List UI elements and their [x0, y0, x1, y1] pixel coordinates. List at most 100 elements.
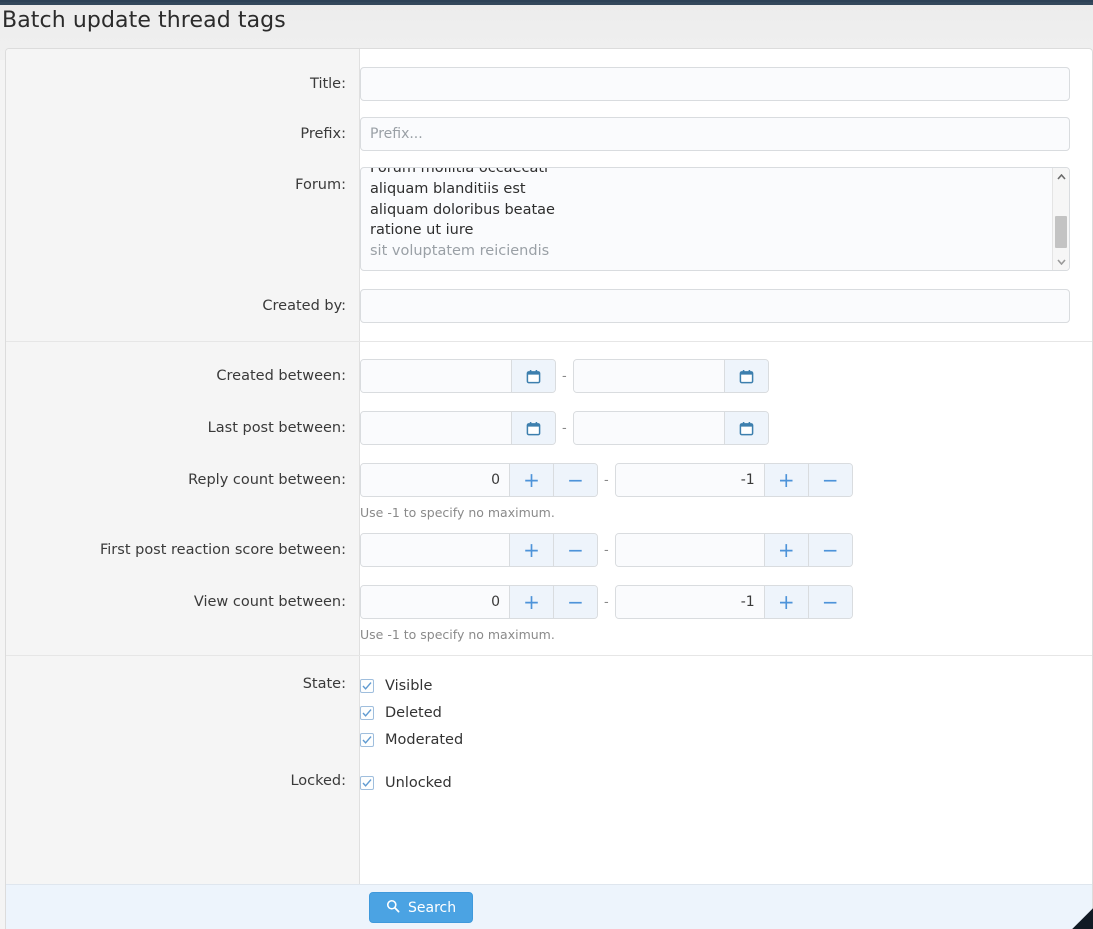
- row-locked: Locked: Unlocked: [6, 769, 1092, 806]
- calendar-icon[interactable]: [723, 412, 768, 444]
- control-view-count-between: + − - + − Use -1 to specify no maximum.: [360, 585, 1092, 642]
- list-item[interactable]: aliquam blanditiis est: [370, 179, 1052, 200]
- checkbox-locked-unlocked[interactable]: Unlocked: [360, 769, 1070, 796]
- label-prefix: Prefix:: [300, 126, 346, 142]
- list-item[interactable]: Forum mollitia occaecati: [370, 168, 1052, 179]
- view-count-max-increment-button[interactable]: +: [763, 586, 808, 618]
- top-accent-bar: [0, 0, 1093, 5]
- form-body: Title: Prefix: Forum: Forum molliti: [6, 49, 1092, 884]
- created-to-group: [572, 359, 769, 393]
- view-count-hint: Use -1 to specify no maximum.: [360, 627, 555, 642]
- date-range-group: -: [360, 359, 1070, 393]
- last-post-to-input[interactable]: [573, 412, 724, 444]
- range-separator: -: [604, 542, 609, 558]
- control-forum: Forum mollitia occaecati aliquam blandit…: [360, 167, 1092, 271]
- reply-count-max-increment-button[interactable]: +: [763, 464, 808, 496]
- reply-count-min-increment-button[interactable]: +: [509, 464, 553, 496]
- range-separator: -: [562, 420, 567, 436]
- label-last-post-between: Last post between:: [207, 420, 346, 436]
- number-range-group: + − - + −: [360, 533, 1070, 567]
- label-forum: Forum:: [295, 177, 346, 193]
- prefix-input[interactable]: [360, 117, 1070, 151]
- checkbox-checked-icon: [360, 775, 374, 790]
- reaction-score-max-input[interactable]: [615, 534, 764, 566]
- control-locked: Unlocked: [360, 769, 1092, 796]
- range-separator: -: [604, 472, 609, 488]
- label-reply-count-between: Reply count between:: [188, 472, 346, 488]
- row-reply-count-between: Reply count between: + − - + −: [6, 463, 1092, 533]
- control-created-between: -: [360, 359, 1092, 393]
- list-item[interactable]: sit voluptatem reiciendis: [370, 241, 1052, 262]
- row-last-post-between: Last post between: -: [6, 411, 1092, 463]
- form-footer: Search: [6, 884, 1092, 929]
- reaction-score-max-decrement-button[interactable]: −: [807, 534, 852, 566]
- forum-multiselect[interactable]: Forum mollitia occaecati aliquam blandit…: [360, 167, 1070, 271]
- calendar-icon[interactable]: [511, 412, 555, 444]
- list-item[interactable]: ratione ut iure: [370, 220, 1052, 241]
- label-view-count-between: View count between:: [193, 594, 346, 610]
- label-title: Title:: [310, 76, 346, 92]
- reaction-score-min-input[interactable]: [361, 534, 509, 566]
- reaction-score-max-increment-button[interactable]: +: [763, 534, 808, 566]
- row-title: Title:: [6, 49, 1092, 117]
- row-created-between: Created between: -: [6, 341, 1092, 411]
- checkbox-state-moderated[interactable]: Moderated: [360, 726, 1070, 753]
- reply-count-max-group: + −: [614, 463, 853, 497]
- checkbox-state-visible[interactable]: Visible: [360, 672, 1070, 699]
- checkbox-label: Visible: [385, 677, 433, 694]
- last-post-from-group: [360, 411, 556, 445]
- page-title: Batch update thread tags: [2, 8, 286, 33]
- control-last-post-between: -: [360, 411, 1092, 445]
- checkbox-label: Unlocked: [385, 774, 452, 791]
- number-range-group: + − - + −: [360, 585, 1070, 619]
- row-state: State: Visible Deleted Moderated: [6, 655, 1092, 769]
- reply-count-max-input[interactable]: [615, 464, 764, 496]
- control-state: Visible Deleted Moderated: [360, 672, 1092, 753]
- page-root: Batch update thread tags Title: Prefix: …: [0, 0, 1093, 929]
- row-created-by: Created by:: [6, 289, 1092, 341]
- checkbox-checked-icon: [360, 678, 374, 693]
- created-from-group: [360, 359, 556, 393]
- control-created-by: [360, 289, 1092, 323]
- reaction-score-min-group: + −: [360, 533, 598, 567]
- label-created-between: Created between:: [216, 368, 346, 384]
- reply-count-hint: Use -1 to specify no maximum.: [360, 505, 555, 520]
- view-count-max-decrement-button[interactable]: −: [807, 586, 852, 618]
- reaction-score-min-decrement-button[interactable]: −: [553, 534, 597, 566]
- calendar-icon[interactable]: [723, 360, 768, 392]
- title-input[interactable]: [360, 67, 1070, 101]
- last-post-from-input[interactable]: [361, 412, 511, 444]
- reply-count-min-input[interactable]: [361, 464, 509, 496]
- reply-count-max-decrement-button[interactable]: −: [807, 464, 852, 496]
- view-count-min-decrement-button[interactable]: −: [553, 586, 597, 618]
- view-count-min-increment-button[interactable]: +: [509, 586, 553, 618]
- row-reaction-score-between: First post reaction score between: + − -…: [6, 533, 1092, 585]
- view-count-max-group: + −: [614, 585, 853, 619]
- forum-scrollbar[interactable]: [1052, 168, 1069, 270]
- scroll-down-arrow-icon[interactable]: [1053, 253, 1069, 270]
- search-icon: [386, 899, 400, 917]
- range-separator: -: [562, 368, 567, 384]
- control-prefix: [360, 117, 1092, 151]
- list-item[interactable]: aliquam doloribus beatae: [370, 200, 1052, 221]
- view-count-max-input[interactable]: [615, 586, 764, 618]
- scrollbar-thumb[interactable]: [1055, 216, 1067, 248]
- row-view-count-between: View count between: + − - + −: [6, 585, 1092, 655]
- created-from-input[interactable]: [361, 360, 511, 392]
- search-button-label: Search: [408, 899, 457, 916]
- scroll-up-arrow-icon[interactable]: [1053, 168, 1069, 185]
- checkbox-label: Moderated: [385, 731, 464, 748]
- view-count-min-group: + −: [360, 585, 598, 619]
- created-by-input[interactable]: [360, 289, 1070, 323]
- reaction-score-min-increment-button[interactable]: +: [509, 534, 553, 566]
- forum-option-list: Forum mollitia occaecati aliquam blandit…: [361, 168, 1052, 270]
- created-to-input[interactable]: [573, 360, 724, 392]
- view-count-min-input[interactable]: [361, 586, 509, 618]
- checkbox-state-deleted[interactable]: Deleted: [360, 699, 1070, 726]
- label-state: State:: [302, 676, 346, 692]
- search-button[interactable]: Search: [369, 892, 474, 923]
- calendar-icon[interactable]: [511, 360, 555, 392]
- reply-count-min-decrement-button[interactable]: −: [553, 464, 597, 496]
- number-range-group: + − - + −: [360, 463, 1070, 497]
- label-locked: Locked:: [290, 773, 346, 789]
